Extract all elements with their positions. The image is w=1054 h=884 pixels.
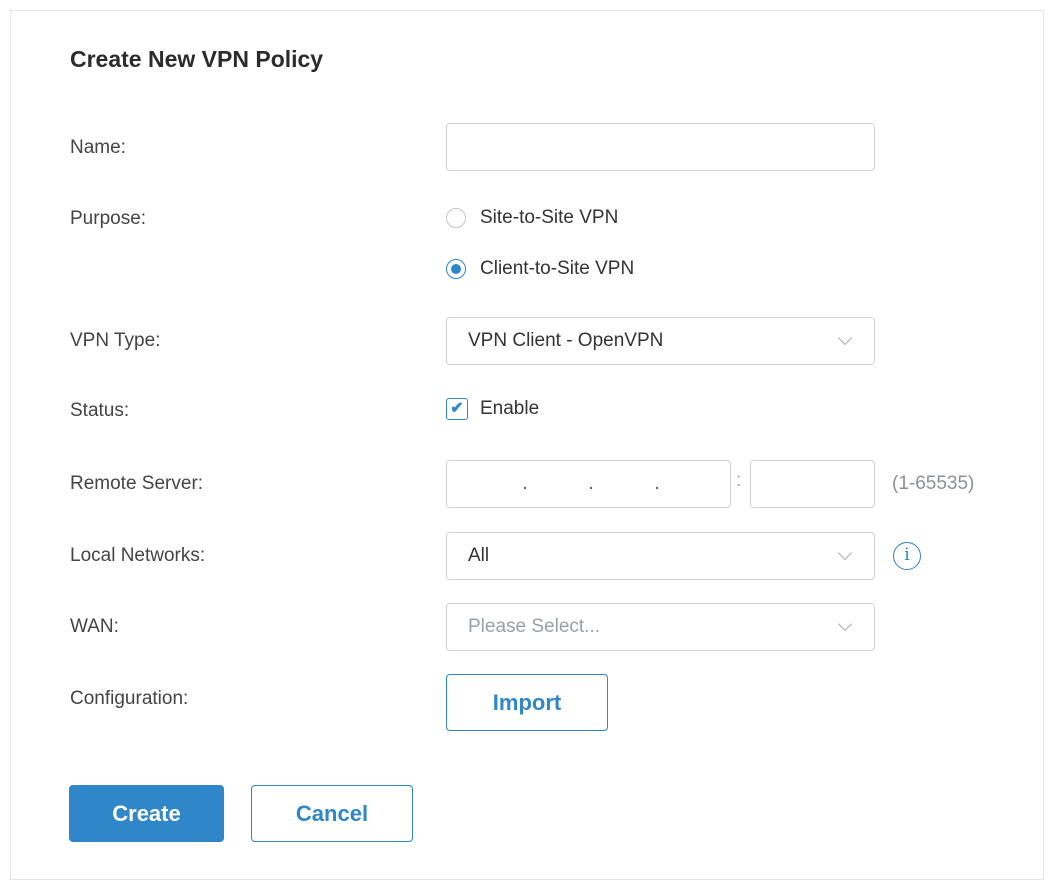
status-enable[interactable]: ✔ Enable — [446, 398, 539, 420]
name-label: Name: — [70, 137, 126, 158]
enable-checkbox[interactable]: ✔ — [446, 398, 468, 420]
chevron-down-icon — [837, 330, 853, 346]
chevron-down-icon — [837, 616, 853, 632]
status-label: Status: — [70, 400, 130, 421]
wan-label: WAN: — [70, 616, 119, 637]
purpose-option-client-to-site[interactable]: Client-to-Site VPN — [446, 258, 634, 280]
ip-dot: . — [588, 473, 594, 494]
local-networks-select[interactable]: All — [446, 532, 875, 580]
configuration-label: Configuration: — [70, 688, 189, 709]
wan-select[interactable]: Please Select... — [446, 603, 875, 651]
remote-server-label: Remote Server: — [70, 473, 204, 494]
ip-dot: . — [654, 473, 660, 494]
info-icon[interactable]: i — [893, 542, 921, 570]
vpn-type-label: VPN Type: — [70, 330, 161, 351]
client-to-site-label: Client-to-Site VPN — [480, 258, 635, 279]
ip-dot: . — [522, 473, 528, 494]
remote-server-port-input[interactable] — [750, 460, 875, 508]
enable-label: Enable — [480, 398, 540, 419]
remote-server-ip-input[interactable]: . . . — [446, 460, 731, 508]
site-to-site-label: Site-to-Site VPN — [480, 207, 619, 228]
import-button[interactable]: Import — [446, 674, 608, 731]
vpn-type-value: VPN Client - OpenVPN — [468, 330, 664, 351]
client-to-site-radio[interactable] — [446, 259, 466, 279]
ip-port-separator: : — [736, 470, 742, 491]
cancel-button[interactable]: Cancel — [251, 785, 413, 842]
local-networks-label: Local Networks: — [70, 545, 206, 566]
chevron-down-icon — [837, 545, 853, 561]
name-input[interactable] — [446, 123, 875, 171]
purpose-label: Purpose: — [70, 208, 147, 229]
site-to-site-radio[interactable] — [446, 208, 466, 228]
purpose-option-site-to-site[interactable]: Site-to-Site VPN — [446, 207, 618, 229]
wan-placeholder: Please Select... — [468, 616, 601, 637]
vpn-type-select[interactable]: VPN Client - OpenVPN — [446, 317, 875, 365]
local-networks-value: All — [468, 545, 490, 566]
dialog-title: Create New VPN Policy — [70, 46, 324, 72]
port-range-hint: (1-65535) — [892, 473, 975, 494]
create-button[interactable]: Create — [69, 785, 224, 842]
